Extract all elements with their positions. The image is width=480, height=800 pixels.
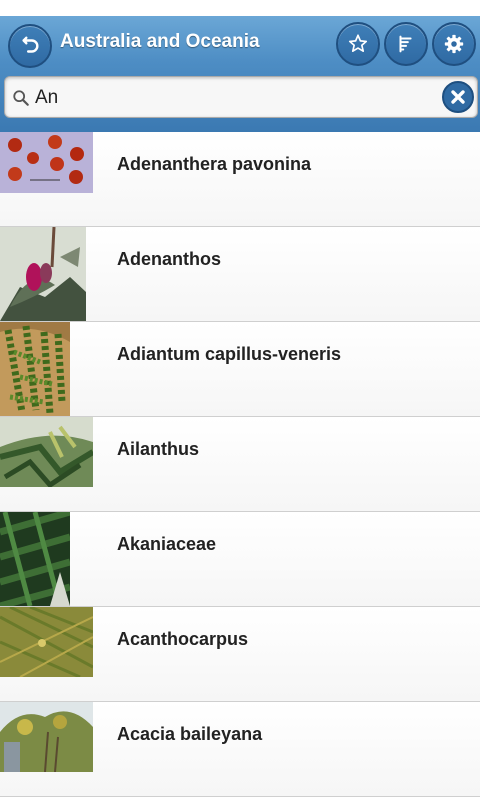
list-item[interactable]: Akaniaceae: [0, 512, 480, 607]
status-bar: [0, 0, 480, 16]
settings-button[interactable]: [432, 22, 476, 66]
list-item[interactable]: Adiantum capillus-veneris: [0, 322, 480, 417]
plant-thumbnail: [0, 512, 70, 606]
search-input[interactable]: [35, 83, 435, 113]
plant-list: Adenanthera pavonina Adenanthos Adiantum…: [0, 132, 480, 800]
page-title: Australia and Oceania: [60, 31, 260, 52]
list-item[interactable]: Acanthocarpus: [0, 607, 480, 702]
plant-thumbnail: [0, 702, 93, 772]
back-icon: [22, 36, 39, 53]
list-item[interactable]: Acacia baileyana: [0, 702, 480, 797]
clear-search-button[interactable]: [442, 81, 474, 113]
plant-thumbnail: [0, 132, 93, 193]
close-icon: [451, 90, 465, 104]
favorites-button[interactable]: [336, 22, 380, 66]
plant-name: Acacia baileyana: [117, 724, 263, 744]
plant-name: Akaniaceae: [117, 534, 217, 554]
list-item[interactable]: Ailanthus: [0, 417, 480, 512]
plant-name: Adenanthos: [117, 249, 222, 269]
plant-thumbnail: [0, 227, 86, 321]
plant-name: Acanthocarpus: [117, 629, 249, 649]
plant-name: Ailanthus: [117, 439, 200, 459]
sort-icon: [399, 35, 412, 53]
back-button[interactable]: [8, 24, 52, 68]
plant-thumbnail: [0, 417, 93, 487]
sort-button[interactable]: [384, 22, 428, 66]
list-item[interactable]: Adenanthera pavonina: [0, 132, 480, 227]
plant-thumbnail: [0, 322, 70, 416]
app-header: Australia and Oceania: [0, 16, 480, 132]
search-bar: [4, 76, 478, 118]
search-icon: [13, 90, 29, 106]
gear-icon: [444, 34, 464, 54]
star-icon: [348, 34, 368, 52]
plant-name: Adenanthera pavonina: [117, 154, 312, 174]
plant-name: Adiantum capillus-veneris: [117, 344, 342, 364]
list-item[interactable]: Adenanthos: [0, 227, 480, 322]
plant-thumbnail: [0, 607, 93, 677]
